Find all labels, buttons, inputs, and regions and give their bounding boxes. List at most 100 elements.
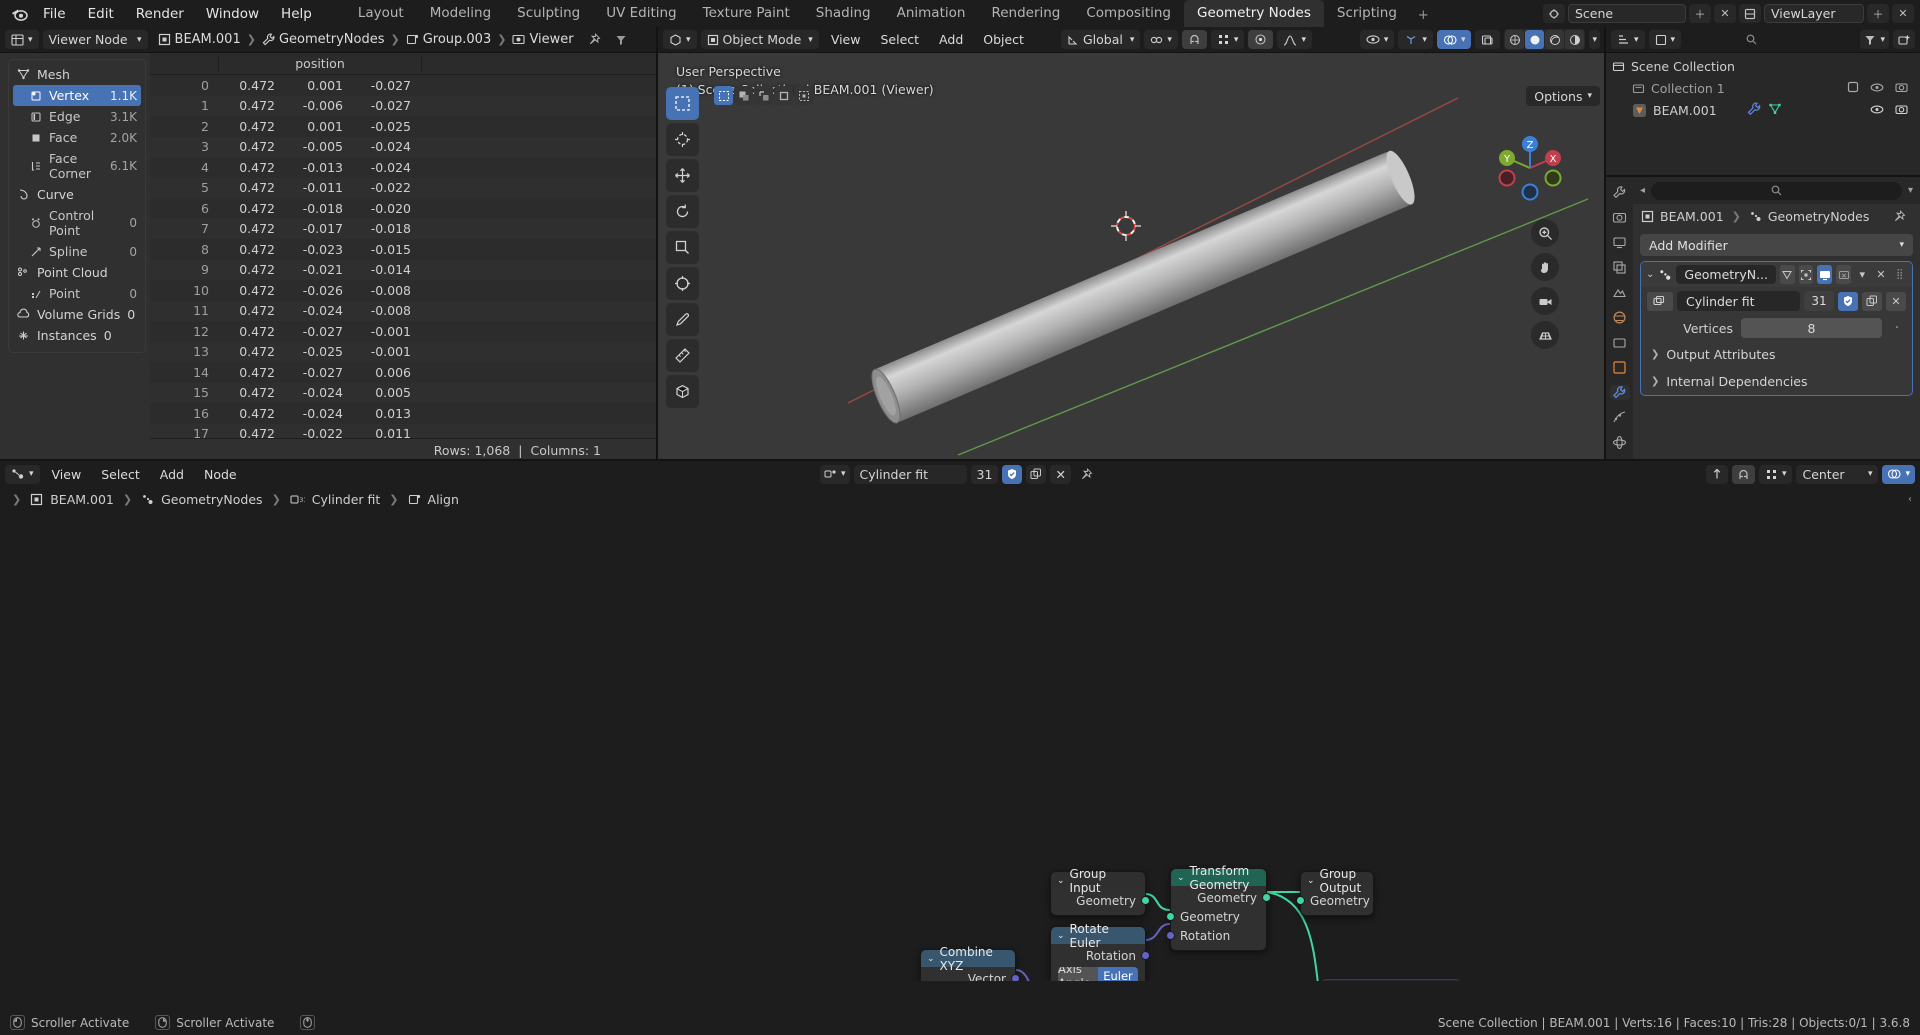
dataregion-edge[interactable]: Edge 3.1K <box>13 106 141 127</box>
node-header[interactable]: ⌄ Group Input <box>1051 867 1145 895</box>
collapse-chevron-icon[interactable]: ⌄ <box>927 954 935 964</box>
socket-out-geometry[interactable]: Geometry <box>1051 891 1150 910</box>
node-breadcrumb-nodetree[interactable]: Cylinder fit <box>312 492 381 507</box>
visibility-dropdown[interactable]: ▾ <box>1359 30 1395 49</box>
internal-dependencies-section[interactable]: ❯ Internal Dependencies <box>1641 368 1912 395</box>
modifier-render-icon[interactable] <box>1836 265 1851 284</box>
snap-target-dropdown[interactable]: ▾ <box>1210 30 1245 49</box>
camera-icon[interactable] <box>1531 287 1559 315</box>
modifier-edit-mode-icon[interactable] <box>1798 265 1814 284</box>
editor-divider-vertical-2[interactable] <box>1604 27 1606 461</box>
zoom-icon[interactable] <box>1531 219 1559 247</box>
workspace-tab-shading[interactable]: Shading <box>803 0 884 27</box>
shading-wireframe-button[interactable] <box>1505 30 1525 49</box>
shading-rendered-button[interactable] <box>1565 30 1585 49</box>
node-header[interactable]: ⌄ Combine XYZ <box>921 945 1015 973</box>
workspace-tab-texture-paint[interactable]: Texture Paint <box>690 0 803 27</box>
node-snap-toggle[interactable] <box>1705 464 1728 484</box>
workspace-tab-animation[interactable]: Animation <box>884 0 979 27</box>
node-overlays-toggle[interactable]: ▾ <box>1882 464 1915 484</box>
pin-icon[interactable] <box>1893 210 1912 223</box>
properties-tab-viewlayer[interactable] <box>1610 260 1630 275</box>
camera-render-icon[interactable] <box>1895 81 1908 96</box>
breadcrumb-object[interactable]: BEAM.001 <box>175 32 241 47</box>
collapse-chevron-icon[interactable]: ⌄ <box>1057 931 1065 941</box>
chevron-left-icon[interactable]: ◂ <box>1640 185 1645 196</box>
shading-material-button[interactable] <box>1545 30 1565 49</box>
socket-out-geometry[interactable]: Geometry <box>1171 888 1271 907</box>
dataset-source-dropdown[interactable]: Viewer Node ▾ <box>42 30 148 49</box>
table-row[interactable]: 5 0.472 -0.011 -0.022 <box>150 177 657 198</box>
table-row[interactable]: 12 0.472 -0.027 -0.001 <box>150 321 657 342</box>
viewlayer-field[interactable]: ViewLayer <box>1764 4 1864 23</box>
node-editor-pin-icon[interactable] <box>1075 465 1098 484</box>
table-row[interactable]: 16 0.472 -0.024 0.013 <box>150 403 657 424</box>
outliner-new-collection-button[interactable] <box>1893 30 1915 49</box>
workspace-tab-scripting[interactable]: Scripting <box>1324 0 1410 27</box>
scene-field[interactable]: Scene <box>1568 4 1686 23</box>
node-editor-nodetree-field[interactable]: Cylinder fit <box>853 464 967 484</box>
node-header[interactable]: ⌄ Transform Geometry <box>1171 864 1266 892</box>
rotation-type-toggle[interactable]: Axis Angle Euler <box>1058 967 1138 981</box>
table-row[interactable]: 1 0.472 -0.006 -0.027 <box>150 95 657 116</box>
node-header[interactable]: ⌄ Group Output <box>1301 867 1373 895</box>
properties-tab-output[interactable] <box>1610 235 1630 250</box>
tool-measure[interactable] <box>666 339 699 372</box>
tool-scale[interactable] <box>666 231 699 264</box>
workspace-tab-modeling[interactable]: Modeling <box>417 0 504 27</box>
hand-icon[interactable] <box>1531 253 1559 281</box>
workspace-tab-geometry-nodes[interactable]: Geometry Nodes <box>1184 0 1324 27</box>
interaction-mode-dropdown[interactable]: Object Mode ▾ <box>700 30 819 49</box>
output-attributes-section[interactable]: ❯ Output Attributes <box>1641 341 1912 368</box>
vector-socket[interactable] <box>1011 974 1020 981</box>
node-editor-users-count[interactable]: 31 <box>970 464 999 484</box>
workspace-tab-layout[interactable]: Layout <box>345 0 417 27</box>
table-row[interactable]: 6 0.472 -0.018 -0.020 <box>150 198 657 219</box>
node-menu-node[interactable]: Node <box>196 466 245 483</box>
camera-render-icon[interactable] <box>1895 103 1908 118</box>
spreadsheet-editor-type-button[interactable]: ▾ <box>5 30 39 49</box>
table-row[interactable]: 0 0.472 0.001 -0.027 <box>150 75 657 96</box>
eye-icon[interactable] <box>1870 103 1884 118</box>
proportional-edit-toggle[interactable] <box>1248 30 1274 49</box>
menu-window[interactable]: Window <box>195 4 270 24</box>
node-snap-element-dropdown[interactable]: ▾ <box>1758 464 1793 484</box>
node-editor-type-button[interactable]: ▾ <box>5 464 40 484</box>
eye-icon[interactable] <box>1870 81 1884 96</box>
tool-annotate[interactable] <box>666 303 699 336</box>
pivot-point-dropdown[interactable]: ▾ <box>1144 30 1178 49</box>
node-menu-view[interactable]: View <box>44 466 90 483</box>
node-header[interactable]: ⌄ Rotate Euler <box>1051 922 1145 950</box>
node-menu-select[interactable]: Select <box>93 466 148 483</box>
select-mode-circle-icon[interactable] <box>754 86 773 105</box>
node-breadcrumb-object[interactable]: BEAM.001 <box>50 492 114 507</box>
nodetree-name-field[interactable]: Cylinder fit <box>1677 291 1800 311</box>
node-editor-canvas[interactable]: ⌄ Group Input Geometry ⌄ Transform Geome… <box>0 512 1920 981</box>
dataregion-mesh[interactable]: Mesh <box>13 64 141 85</box>
grid-icon[interactable] <box>1531 321 1559 349</box>
node-group-input-1[interactable]: ⌄ Group Input Geometry <box>1050 867 1150 916</box>
new-scene-icon[interactable]: ＋ <box>1689 4 1711 23</box>
dataregion-point[interactable]: Point 0 <box>13 283 141 304</box>
table-row[interactable]: 3 0.472 -0.005 -0.024 <box>150 136 657 157</box>
modifier-show-on-cage-icon[interactable] <box>1780 265 1795 284</box>
node-transform-geometry[interactable]: ⌄ Transform Geometry Geometry Geometry R… <box>1166 864 1271 951</box>
geometry-socket[interactable] <box>1296 896 1305 905</box>
tool-select-box[interactable] <box>666 87 699 120</box>
remove-viewlayer-icon[interactable]: ✕ <box>1892 4 1914 23</box>
outliner-scene-collection-row[interactable]: Scene Collection <box>1606 55 1920 77</box>
properties-tab-scene[interactable] <box>1610 285 1630 300</box>
menu-file[interactable]: File <box>32 4 77 24</box>
wrench-icon[interactable] <box>1747 102 1761 119</box>
socket-out-vector[interactable]: Vector <box>921 969 1020 981</box>
tool-rotate[interactable] <box>666 195 699 228</box>
outliner-search-input[interactable] <box>1738 30 1857 49</box>
node-editor-unlink-button[interactable]: ✕ <box>1050 464 1071 484</box>
tool-transform[interactable] <box>666 267 699 300</box>
proportional-falloff-dropdown[interactable]: ▾ <box>1277 30 1312 49</box>
overlays-toggle[interactable]: ▾ <box>1436 30 1472 49</box>
pin-icon[interactable] <box>588 33 601 46</box>
table-row[interactable]: 15 0.472 -0.024 0.005 <box>150 382 657 403</box>
checkbox-icon[interactable] <box>1847 81 1859 96</box>
properties-tab-world[interactable] <box>1610 310 1630 325</box>
